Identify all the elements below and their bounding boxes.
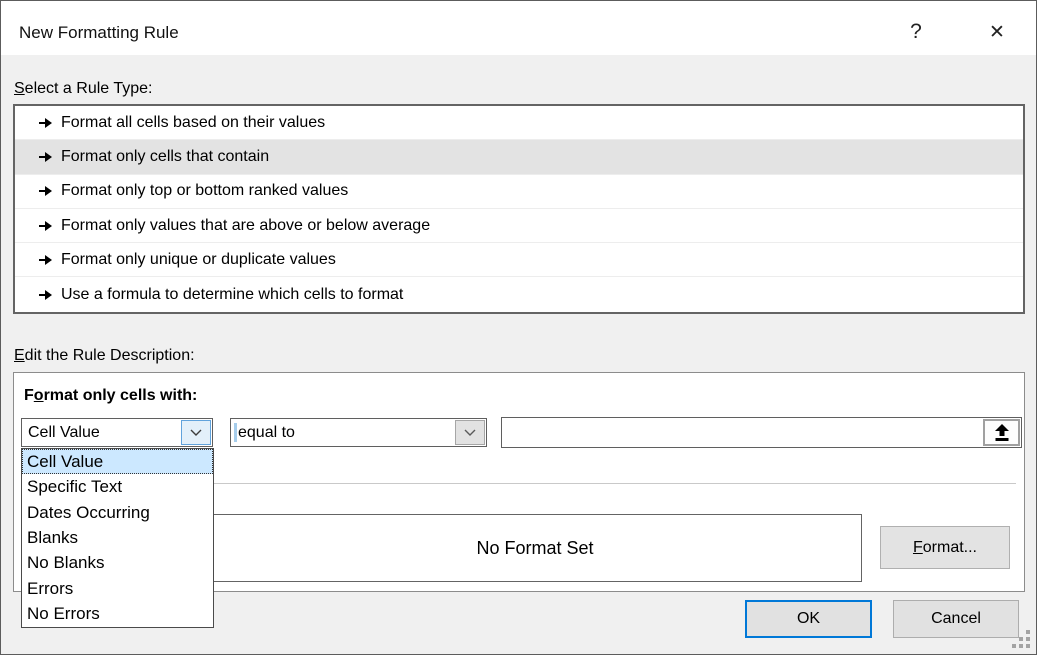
ok-button[interactable]: OK [745,600,872,638]
new-formatting-rule-dialog: New Formatting Rule ? ✕ Select a Rule Ty… [0,0,1037,655]
format-preview: No Format Set [208,514,862,582]
rule-type-item[interactable]: Use a formula to determine which cells t… [15,277,1023,311]
close-icon[interactable]: ✕ [975,17,1019,47]
dropdown-item-selected[interactable]: Cell Value [22,449,213,474]
arrow-right-icon [39,221,53,231]
title-bar: New Formatting Rule ? ✕ [1,1,1036,55]
format-button[interactable]: Format... [880,526,1010,569]
condition-type-dropdown-list: Cell Value Specific Text Dates Occurring… [21,448,214,628]
rule-type-listbox: Format all cells based on their values F… [13,104,1025,314]
value-input[interactable] [501,417,1022,448]
arrow-right-icon [39,290,53,300]
rule-type-item[interactable]: Format only top or bottom ranked values [15,175,1023,209]
dropdown-item[interactable]: Dates Occurring [22,500,213,525]
condition-type-value: Cell Value [22,424,180,442]
format-only-cells-with-label: Format only cells with: [24,387,197,405]
dropdown-item[interactable]: Errors [22,576,213,601]
arrow-right-icon [39,255,53,265]
help-button[interactable]: ? [894,17,938,47]
arrow-right-icon [39,152,53,162]
chevron-down-icon [190,429,202,436]
chevron-down-icon [464,429,476,436]
dialog-title: New Formatting Rule [19,23,179,43]
dropdown-item[interactable]: Specific Text [22,474,213,499]
operator-value: equal to [237,424,454,442]
condition-type-dropdown-button[interactable] [181,420,211,445]
dropdown-item[interactable]: Blanks [22,525,213,550]
rule-type-item[interactable]: Format only unique or duplicate values [15,243,1023,277]
rule-type-label: Select a Rule Type: [14,80,152,98]
rule-type-item[interactable]: Format only values that are above or bel… [15,209,1023,243]
collapse-range-up-arrow-icon [994,424,1010,442]
arrow-right-icon [39,186,53,196]
dropdown-item[interactable]: No Blanks [22,551,213,576]
dropdown-item[interactable]: No Errors [22,602,213,627]
operator-combobox[interactable]: equal to [230,418,487,447]
condition-type-combobox[interactable]: Cell Value [21,418,213,447]
operator-dropdown-button[interactable] [455,420,485,445]
rule-type-item[interactable]: Format all cells based on their values [15,106,1023,140]
collapse-range-button[interactable] [983,419,1020,446]
rule-description-label: Edit the Rule Description: [14,347,195,365]
arrow-right-icon [39,118,53,128]
resize-grip[interactable] [1012,630,1030,648]
cancel-button[interactable]: Cancel [893,600,1019,638]
rule-type-item-selected[interactable]: Format only cells that contain [15,140,1023,174]
